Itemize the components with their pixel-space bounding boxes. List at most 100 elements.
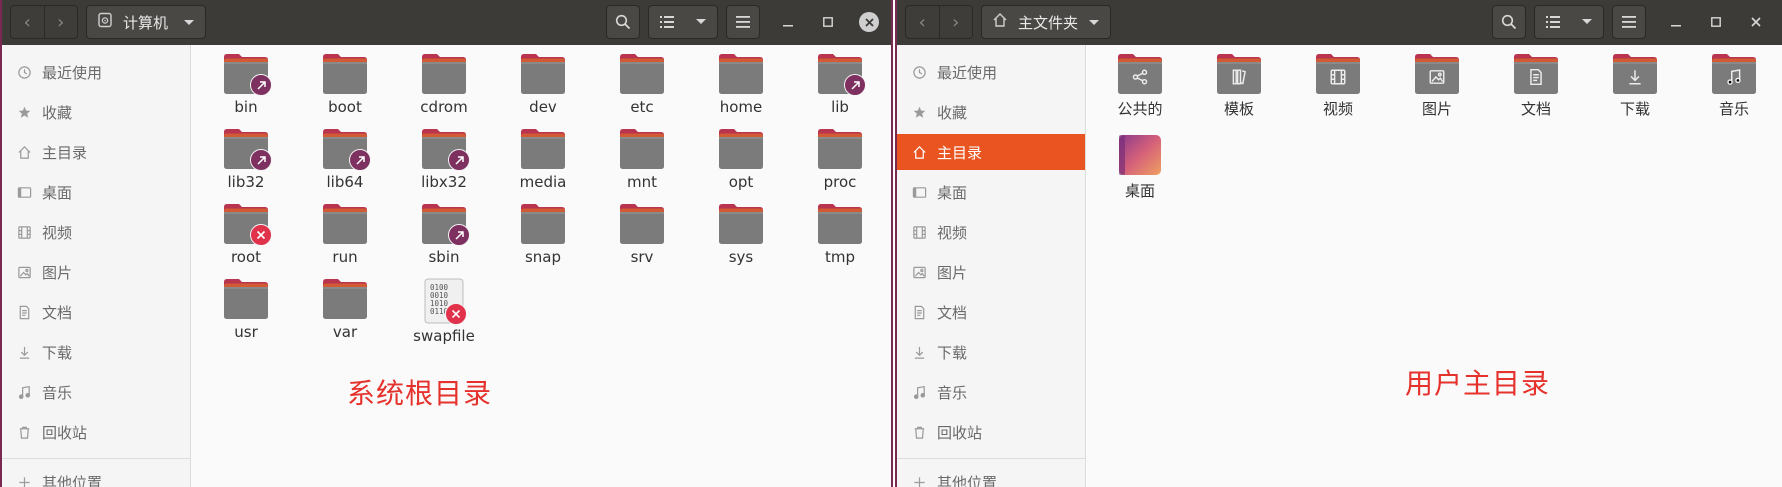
menu-button[interactable] (726, 5, 760, 39)
close-button[interactable] (1742, 5, 1770, 39)
close-button[interactable] (855, 5, 883, 39)
view-mode-button[interactable] (648, 5, 718, 39)
folder-icon (1513, 53, 1559, 95)
sidebar-item[interactable]: 桌面 (2, 174, 190, 210)
forward-button[interactable]: › (938, 6, 973, 38)
sidebar-item[interactable]: 下载 (897, 334, 1085, 370)
sidebar-item[interactable]: 文档 (2, 294, 190, 330)
folder-item[interactable]: usr (201, 278, 291, 341)
sidebar-item[interactable]: 视频 (2, 214, 190, 250)
item-name: bin (234, 98, 258, 116)
clock-icon (911, 64, 927, 80)
sidebar-item-other-locations[interactable]: 其他位置 (2, 464, 190, 487)
folder-item[interactable]: var (300, 278, 390, 341)
folder-item[interactable]: sbin (399, 203, 489, 266)
sidebar-item-label: 最近使用 (42, 63, 103, 82)
menu-button[interactable] (1612, 5, 1646, 39)
video-icon (16, 224, 32, 240)
minimize-icon (1671, 17, 1681, 27)
folder-item[interactable]: srv (597, 203, 687, 266)
folder-item[interactable]: etc (597, 53, 687, 116)
sidebar-item[interactable]: 图片 (897, 254, 1085, 290)
sidebar: 最近使用收藏主目录桌面视频图片文档下载音乐回收站其他位置 (2, 45, 191, 487)
folder-item[interactable]: 音乐 (1689, 53, 1779, 119)
sidebar-item[interactable]: 主目录 (897, 134, 1085, 170)
maximize-icon (823, 17, 833, 27)
folder-item[interactable]: 公共的 (1095, 53, 1185, 119)
sidebar-item[interactable]: 最近使用 (2, 54, 190, 90)
forward-button[interactable]: › (43, 6, 78, 38)
sidebar-item[interactable]: 音乐 (897, 374, 1085, 410)
folder-item[interactable]: 桌面 (1095, 133, 1185, 201)
folder-item[interactable]: proc (795, 128, 885, 191)
folder-item[interactable]: lib (795, 53, 885, 116)
folder-item[interactable]: root (201, 203, 291, 266)
minimize-button[interactable] (1662, 5, 1690, 39)
view-mode-button[interactable] (1534, 5, 1604, 39)
sidebar-item[interactable]: 回收站 (2, 414, 190, 450)
folder-item[interactable]: run (300, 203, 390, 266)
search-button[interactable] (606, 5, 640, 39)
location-button[interactable]: 主文件夹 (981, 5, 1111, 39)
sidebar-item[interactable]: 图片 (2, 254, 190, 290)
item-name: 音乐 (1718, 100, 1749, 118)
folder-item[interactable]: 视频 (1293, 53, 1383, 119)
folder-icon (1612, 53, 1658, 95)
item-name: swapfile (413, 327, 475, 345)
folder-item[interactable]: dev (498, 53, 588, 116)
desktop-folder-icon (1117, 133, 1163, 177)
folder-item[interactable]: libx32 (399, 128, 489, 191)
folder-item[interactable]: snap (498, 203, 588, 266)
minimize-button[interactable] (774, 5, 802, 39)
back-button[interactable]: ‹ (906, 6, 939, 38)
file-item[interactable]: 0100 0010 1010 0110 swapfile (399, 278, 489, 345)
folder-item[interactable]: lib64 (300, 128, 390, 191)
folder-item[interactable]: bin (201, 53, 291, 116)
item-name: opt (728, 173, 754, 191)
binary-file-icon: 0100 0010 1010 0110 (424, 278, 467, 325)
maximize-button[interactable] (814, 5, 842, 39)
folder-item[interactable]: sys (696, 203, 786, 266)
folder-item[interactable]: mnt (597, 128, 687, 191)
symlink-emblem-icon (250, 149, 272, 171)
symlink-emblem-icon (844, 74, 866, 96)
folder-item[interactable]: 图片 (1392, 53, 1482, 119)
folder-item[interactable]: opt (696, 128, 786, 191)
folder-item[interactable]: media (498, 128, 588, 191)
folder-icon (718, 128, 764, 170)
chevron-right-icon: › (952, 11, 960, 33)
back-button[interactable]: ‹ (11, 6, 44, 38)
nav-buttons: ‹ › (10, 5, 78, 39)
sidebar-item[interactable]: 最近使用 (897, 54, 1085, 90)
maximize-icon (1711, 17, 1721, 27)
sidebar-item[interactable]: 主目录 (2, 134, 190, 170)
folder-item[interactable]: boot (300, 53, 390, 116)
folder-icon (817, 128, 863, 170)
folder-item[interactable]: cdrom (399, 53, 489, 116)
sidebar-item[interactable]: 收藏 (897, 94, 1085, 130)
location-button[interactable]: 计算机 (86, 5, 206, 39)
sidebar-item[interactable]: 桌面 (897, 174, 1085, 210)
folder-item[interactable]: home (696, 53, 786, 116)
sidebar-item[interactable]: 收藏 (2, 94, 190, 130)
folder-item[interactable]: 文档 (1491, 53, 1581, 119)
sidebar-item[interactable]: 音乐 (2, 374, 190, 410)
item-name: tmp (824, 248, 855, 266)
sidebar-item[interactable]: 视频 (897, 214, 1085, 250)
item-name: 公共的 (1117, 100, 1163, 118)
annotation-label: 用户主目录 (1405, 367, 1551, 400)
sidebar-item-other-locations[interactable]: 其他位置 (897, 464, 1085, 487)
sidebar-item[interactable]: 回收站 (897, 414, 1085, 450)
folder-item[interactable]: tmp (795, 203, 885, 266)
item-name: root (230, 248, 262, 266)
sidebar-item-label: 最近使用 (937, 63, 998, 82)
hamburger-icon (736, 16, 750, 28)
folder-item[interactable]: 模板 (1194, 53, 1284, 119)
search-button[interactable] (1492, 5, 1526, 39)
maximize-button[interactable] (1702, 5, 1730, 39)
sidebar-item[interactable]: 文档 (897, 294, 1085, 330)
folder-item[interactable]: 下载 (1590, 53, 1680, 119)
sidebar-item[interactable]: 下载 (2, 334, 190, 370)
folder-item[interactable]: lib32 (201, 128, 291, 191)
chevron-right-icon: › (57, 11, 65, 33)
